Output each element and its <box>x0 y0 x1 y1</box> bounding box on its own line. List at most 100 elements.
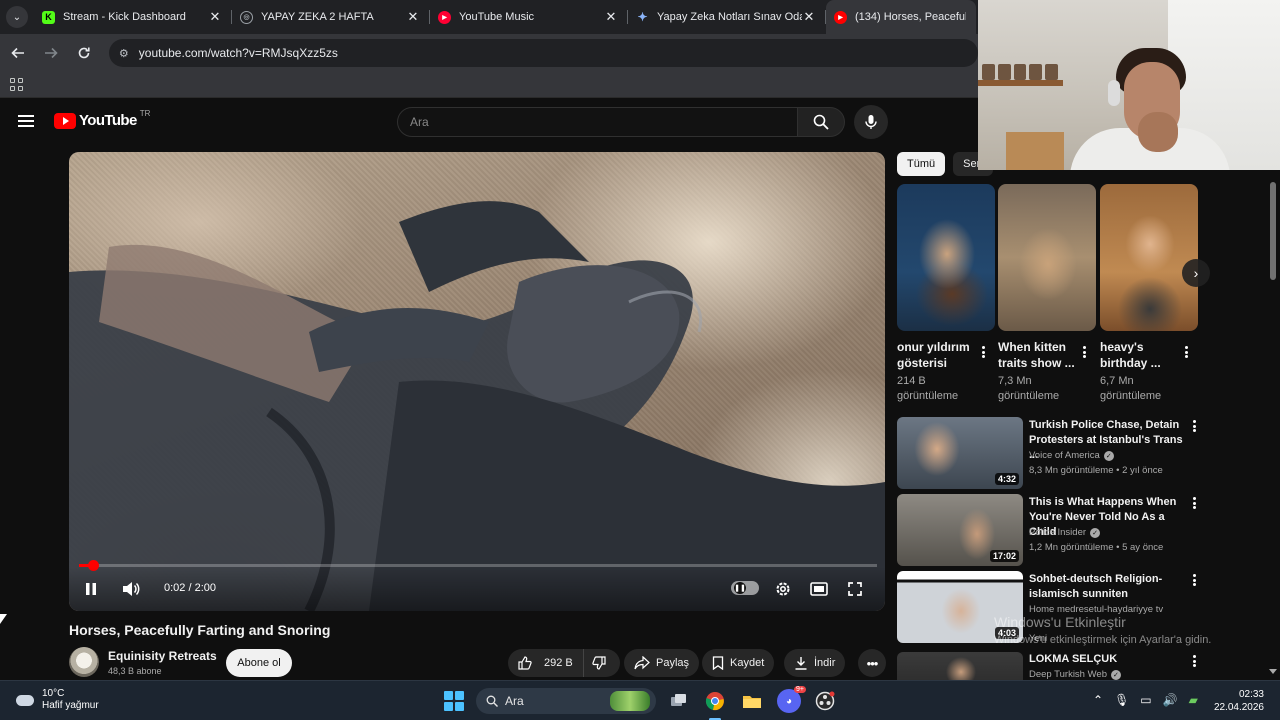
more-vertical-icon[interactable] <box>977 344 989 360</box>
share-button[interactable]: Paylaş <box>624 649 700 677</box>
shorts-views: 6,7 Mn görüntüleme <box>1100 375 1162 402</box>
apps-grid-icon[interactable] <box>10 78 23 91</box>
microphone-icon[interactable]: 🎙 <box>1114 693 1129 707</box>
chip-all[interactable]: Tümü <box>897 152 946 176</box>
more-vertical-icon[interactable] <box>1078 344 1090 360</box>
close-tab-icon[interactable]: ✕ <box>208 9 222 25</box>
subscribe-button[interactable]: Abone ol <box>226 649 292 677</box>
shorts-card[interactable]: heavy's birthday ... 6,7 Mn görüntüleme <box>1100 184 1198 404</box>
recommendation-item[interactable]: 17:02 This is What Happens When You're N… <box>897 494 1207 566</box>
weather-widget[interactable]: 10°C Hafif yağmur <box>14 688 99 712</box>
theater-mode-button[interactable] <box>807 577 831 601</box>
verified-icon: ✓ <box>1103 450 1114 461</box>
mute-button[interactable] <box>119 577 143 601</box>
page-scrollbar[interactable] <box>1268 170 1278 680</box>
youtube-music-icon: ▶ <box>438 10 451 24</box>
video-thumbnail[interactable]: 17:02 <box>897 494 1023 566</box>
site-settings-icon[interactable]: ⚙ <box>119 47 129 60</box>
webcam-shelf <box>978 80 1063 86</box>
youtube-logo[interactable]: YouTube TR <box>54 109 150 129</box>
network-icon[interactable]: ▭ <box>1140 693 1151 707</box>
address-bar[interactable]: ⚙ youtube.com/watch?v=RMJsqXzz5zs <box>108 39 978 67</box>
more-actions-button[interactable]: ••• <box>858 649 886 677</box>
weather-text: 10°C Hafif yağmur <box>42 688 99 712</box>
recommendation-item[interactable]: 4:32 Turkish Police Chase, Detain Protes… <box>897 417 1207 489</box>
video-frame[interactable] <box>69 152 885 611</box>
youtube-play-icon <box>54 112 76 129</box>
shorts-thumbnail[interactable] <box>998 184 1096 331</box>
task-view-icon[interactable] <box>667 689 691 713</box>
close-tab-icon[interactable]: ✕ <box>406 9 420 25</box>
forward-button[interactable] <box>36 38 66 68</box>
taskbar-search[interactable]: Ara <box>476 688 656 714</box>
more-vertical-icon[interactable] <box>1188 572 1200 588</box>
more-vertical-icon[interactable] <box>1188 495 1200 511</box>
chevron-up-icon[interactable]: ⌃ <box>1093 693 1103 707</box>
webcam-overlay <box>978 0 1280 170</box>
dislike-button[interactable] <box>584 649 620 677</box>
channel-avatar[interactable] <box>69 647 99 677</box>
task-view-glyph <box>671 694 686 706</box>
browser-tab[interactable]: ▶ YouTube Music ✕ <box>430 0 628 34</box>
scroll-down-arrow-icon[interactable] <box>1269 669 1277 674</box>
back-button[interactable] <box>3 38 33 68</box>
voice-search-button[interactable] <box>854 105 888 139</box>
shorts-card[interactable]: When kitten traits show ... 7,3 Mn görün… <box>998 184 1096 404</box>
channel-name[interactable]: Equinisity Retreats <box>108 649 217 663</box>
reload-button[interactable] <box>69 38 99 68</box>
download-button[interactable]: İndir <box>784 649 846 677</box>
video-thumbnail[interactable] <box>897 652 1023 680</box>
windows-start-icon[interactable] <box>444 691 464 711</box>
channel-label: Deep Turkish Web <box>1029 669 1107 680</box>
like-dislike-group: 292 B <box>508 649 620 677</box>
scrollbar-thumb[interactable] <box>1270 182 1276 280</box>
video-thumbnail[interactable]: 4:32 <box>897 417 1023 489</box>
play-small-icon: ❚❚ <box>734 582 746 594</box>
settings-button[interactable] <box>771 577 795 601</box>
close-tab-icon[interactable]: ✕ <box>802 9 816 25</box>
browser-tab-active[interactable]: ▶ (134) Horses, Peacefully Fart <box>826 0 976 34</box>
arrow-left-icon <box>11 47 24 59</box>
browser-tab[interactable]: ◎ YAPAY ZEKA 2 HAFTA ✕ <box>232 0 430 34</box>
speaker-icon[interactable]: 🔊 <box>1163 693 1178 707</box>
chrome-icon[interactable] <box>703 689 727 713</box>
obs-icon[interactable] <box>813 689 837 713</box>
browser-tab[interactable]: ✦ Yapay Zeka Notları Sınav Odakl ✕ <box>628 0 826 34</box>
pause-button[interactable] <box>79 577 103 601</box>
discord-icon[interactable]: ◕ 9+ <box>777 686 806 713</box>
channel-name: Deep Turkish Web ✓ <box>1029 669 1121 680</box>
shorts-thumbnail[interactable] <box>897 184 995 331</box>
browser-tab[interactable]: K Stream - Kick Dashboard ✕ <box>34 0 232 34</box>
player-controls: 0:02 / 2:00 ❚❚ <box>69 567 885 611</box>
autoplay-toggle[interactable]: ❚❚ <box>731 581 759 595</box>
tab-search-button[interactable]: ⌄ <box>0 0 34 34</box>
more-vertical-icon[interactable] <box>1188 418 1200 434</box>
more-vertical-icon[interactable] <box>1188 653 1200 669</box>
close-tab-icon[interactable]: ✕ <box>604 9 618 25</box>
like-button[interactable]: 292 B <box>508 649 584 677</box>
menu-icon[interactable] <box>18 115 34 127</box>
arrow-right-icon <box>44 47 58 59</box>
save-button[interactable]: Kaydet <box>702 649 775 677</box>
battery-icon[interactable]: ▰ <box>1189 693 1198 707</box>
more-horizontal-icon: ••• <box>866 655 879 671</box>
search-button[interactable] <box>797 107 845 137</box>
more-vertical-icon[interactable] <box>1180 344 1192 360</box>
chrome-glyph <box>705 692 724 711</box>
tab-title: Stream - Kick Dashboard <box>63 11 186 23</box>
video-player[interactable]: 0:02 / 2:00 ❚❚ <box>69 152 885 611</box>
download-icon <box>795 657 807 670</box>
search-input[interactable] <box>410 115 798 129</box>
shorts-next-button[interactable]: › <box>1182 259 1210 287</box>
search-box <box>397 107 799 137</box>
download-label: İndir <box>814 657 836 669</box>
recommendation-item[interactable]: LOKMA SELÇUK Deep Turkish Web ✓ <box>897 652 1207 680</box>
taskbar-clock[interactable]: 02:33 22.04.2026 <box>1210 688 1264 714</box>
webcam-shelf-items <box>982 64 1058 80</box>
fullscreen-button[interactable] <box>843 577 867 601</box>
shorts-card[interactable]: onur yıldırım gösterisi 214 B görüntülem… <box>897 184 995 404</box>
discord-glyph: ◕ <box>785 695 793 707</box>
shorts-thumbnail[interactable] <box>1100 184 1198 331</box>
search-icon <box>813 114 829 130</box>
file-explorer-icon[interactable] <box>740 689 764 713</box>
